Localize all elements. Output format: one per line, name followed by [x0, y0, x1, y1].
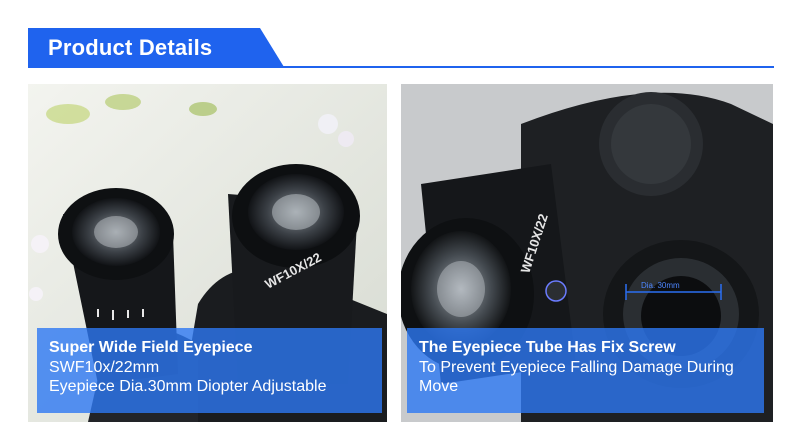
caption-line-right-2: Move [419, 378, 459, 395]
caption-right: The Eyepiece Tube Has Fix Screw To Preve… [407, 328, 764, 413]
diameter-label: Dia. 30mm [641, 281, 680, 290]
caption-title-left: Super Wide Field Eyepiece [49, 339, 253, 356]
eyepiece-photo-left: WF10X/22 Super Wide Field Eyepiece SWF10… [28, 84, 387, 422]
page-title: Product Details [48, 35, 213, 60]
caption-line-right-1: To Prevent Eyepiece Falling Damage Durin… [419, 359, 734, 376]
caption-line-left-2: Eyepiece Dia.30mm Diopter Adjustable [49, 378, 327, 395]
header-divider [28, 66, 774, 68]
caption-line-left-1: SWF10x/22mm [49, 359, 160, 376]
caption-left: Super Wide Field Eyepiece SWF10x/22mm Ey… [37, 328, 382, 413]
fix-screw-icon [545, 280, 567, 302]
eyepiece-photo-right: Dia. 30mm WF10X/22 The Eyepiece Tube Has… [401, 84, 773, 422]
caption-title-right: The Eyepiece Tube Has Fix Screw [419, 339, 676, 356]
